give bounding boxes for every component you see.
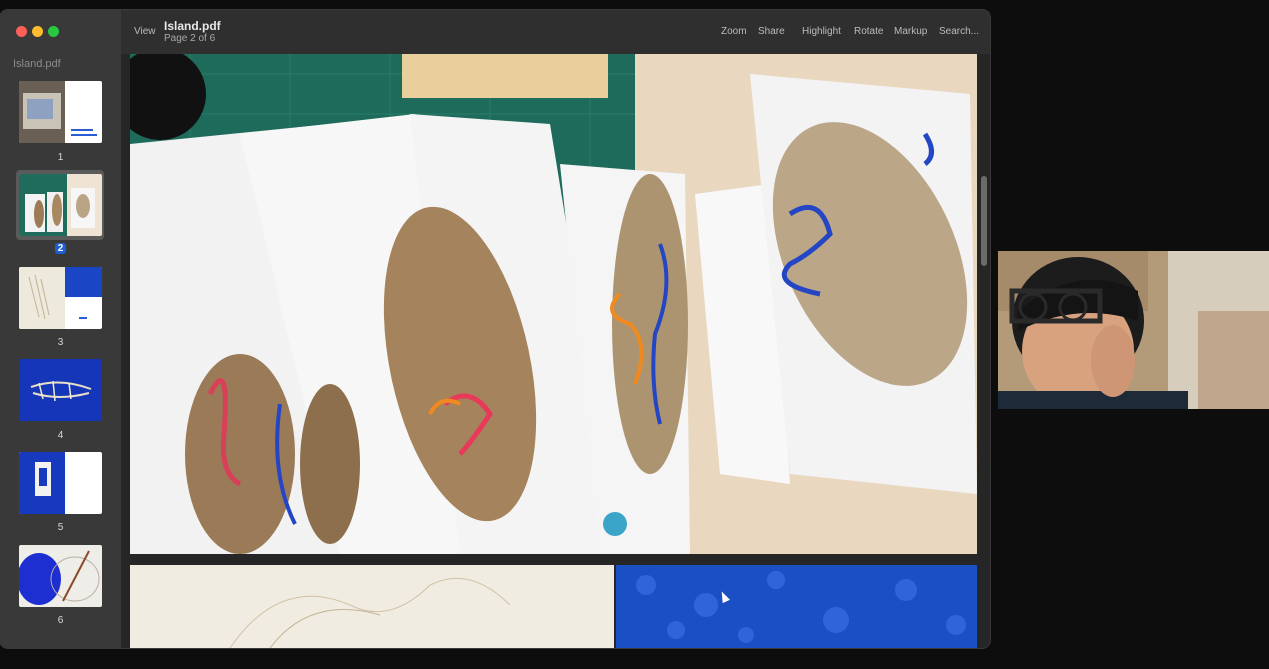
minimize-button[interactable] — [32, 26, 43, 37]
participant-video — [998, 251, 1269, 409]
view-menu-button[interactable]: View — [134, 26, 156, 37]
thumbnail-label: 4 — [57, 430, 64, 441]
sidebar-title: Island.pdf — [13, 58, 61, 70]
document-title: Island.pdf — [164, 19, 221, 33]
vertical-scrollbar[interactable] — [981, 176, 987, 266]
preview-window: Island.pdf 1 2 3 4 5 6 View Island.pdf P… — [0, 10, 990, 648]
thumbnail-sidebar: Island.pdf 1 2 3 4 5 6 — [0, 10, 122, 648]
thumbnail-label: 3 — [57, 337, 64, 348]
thumbnail-page-6[interactable] — [19, 545, 102, 607]
thumbnail-image — [19, 81, 102, 143]
highlight-button[interactable]: Highlight — [802, 26, 841, 37]
markup-button[interactable]: Markup — [894, 26, 927, 37]
thumbnail-label: 6 — [57, 615, 64, 626]
toolbar: View Island.pdf Page 2 of 6 Zoom Share H… — [121, 10, 990, 55]
page-2-photo — [130, 54, 977, 554]
share-button[interactable]: Share — [758, 26, 785, 37]
thumbnail-page-1[interactable] — [19, 81, 102, 143]
page-3-right-image — [616, 565, 977, 648]
fullscreen-button[interactable] — [48, 26, 59, 37]
hair-strands-image — [229, 577, 511, 648]
thumbnail-label: 2 — [0, 243, 121, 254]
document-view[interactable] — [121, 54, 990, 648]
close-button[interactable] — [16, 26, 27, 37]
thumbnail-image — [19, 545, 102, 607]
search-field[interactable]: Search... — [939, 26, 979, 37]
window-controls — [16, 26, 59, 37]
thumbnail-page-5[interactable] — [19, 452, 102, 514]
rotate-button[interactable]: Rotate — [854, 26, 883, 37]
thumbnail-image — [19, 359, 102, 421]
page-status: Page 2 of 6 — [164, 33, 216, 44]
current-page-badge: 2 — [54, 243, 67, 254]
thumbnail-image — [19, 174, 102, 236]
thumbnail-image — [19, 452, 102, 514]
thumbnail-label: 1 — [57, 152, 64, 163]
page-3-left-image — [130, 565, 614, 648]
hair-samples-photo — [130, 54, 977, 554]
thumbnail-page-3[interactable] — [19, 267, 102, 329]
video-call-tile — [998, 251, 1269, 409]
thumbnail-page-2[interactable] — [19, 174, 102, 236]
blue-texture-image — [636, 571, 966, 643]
thumbnail-label: 5 — [57, 522, 64, 533]
thumbnail-page-4[interactable] — [19, 359, 102, 421]
zoom-button[interactable]: Zoom — [721, 26, 747, 37]
thumbnail-image — [19, 267, 102, 329]
